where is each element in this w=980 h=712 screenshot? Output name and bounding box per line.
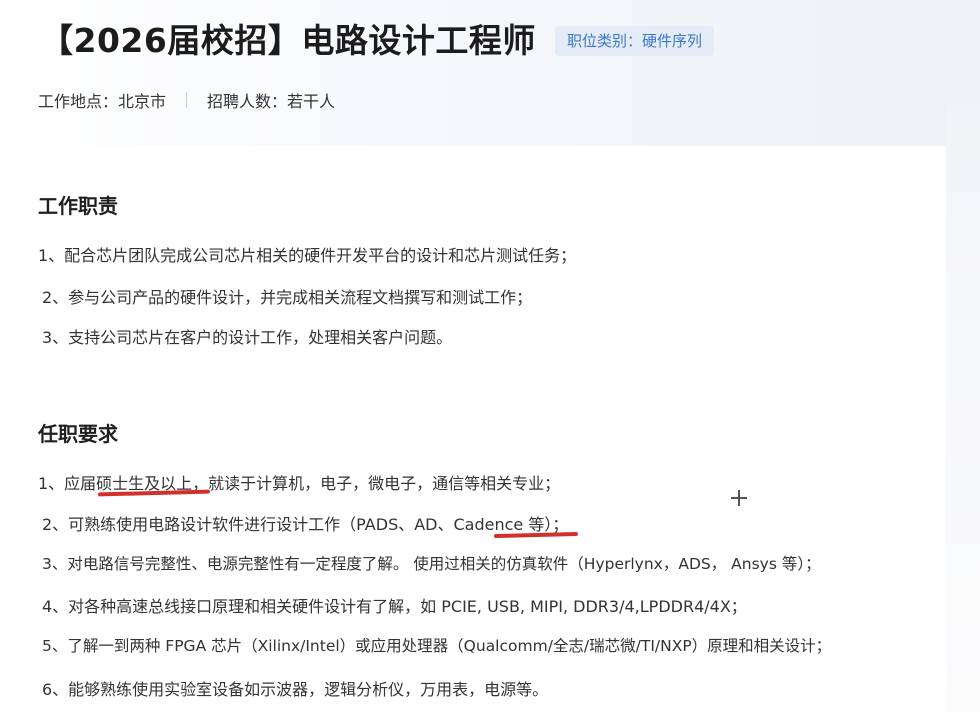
requirement-item: 1、应届硕士生及以上，就读于计算机，电子，微电子，通信等相关专业； [38,474,561,493]
requirement-item: 5、了解一到两种 FPGA 芯片（Xilinx/Intel）或应用处理器（Qua… [42,637,832,655]
requirements-heading: 任职要求 [38,422,118,446]
meta-divider [186,92,188,108]
job-title: 【2026届校招】电路设计工程师 [40,21,536,60]
job-category-badge[interactable]: 职位类别：硬件序列 [555,26,715,56]
requirement-item: 6、能够熟练使用实验室设备如示波器，逻辑分析仪，万用表，电源等。 [42,680,549,699]
responsibility-item: 2、参与公司产品的硬件设计，并完成相关流程文档撰写和测试工作； [42,288,533,307]
scroll-gutter [946,0,980,712]
responsibilities-heading: 工作职责 [38,194,118,218]
job-location: 工作地点：北京市 [38,92,167,111]
requirement-item: 3、对电路信号完整性、电源完整性有一定程度了解。 使用过相关的仿真软件（Hype… [42,555,821,573]
responsibility-item: 3、支持公司芯片在客户的设计工作，处理相关客户问题。 [42,328,453,347]
responsibility-item: 1、配合芯片团队完成公司芯片相关的硬件开发平台的设计和芯片测试任务； [38,246,577,265]
job-headcount: 招聘人数：若干人 [207,92,336,111]
job-meta-row: 工作地点：北京市 招聘人数：若干人 [38,88,335,112]
requirement-item: 4、对各种高速总线接口原理和相关硬件设计有了解，如 PCIE, USB, MIP… [42,597,747,616]
job-posting-page: 【2026届校招】电路设计工程师 职位类别：硬件序列 工作地点：北京市 招聘人数… [0,0,980,712]
requirement-item: 2、可熟练使用电路设计软件进行设计工作（PADS、AD、Cadence 等）； [42,515,569,534]
annotation-underline-cadence [493,531,579,539]
crosshair-cursor-icon [731,490,747,506]
